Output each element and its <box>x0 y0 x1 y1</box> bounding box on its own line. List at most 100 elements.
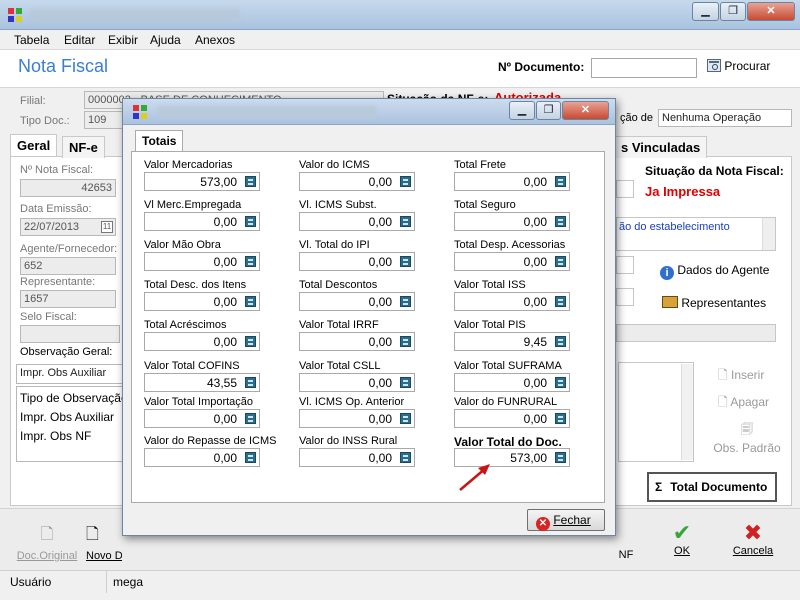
dialog-maximize-button[interactable]: ❐ <box>536 101 561 120</box>
agente-field[interactable]: 652 <box>20 257 116 275</box>
dialog-close-button[interactable]: ✕ <box>562 101 609 120</box>
calculator-icon[interactable] <box>555 216 566 227</box>
list-item[interactable]: Impr. Obs Auxiliar <box>20 408 120 427</box>
menu-tabela[interactable]: Tabela <box>14 33 49 47</box>
cancela-button[interactable]: ✖ Cancela <box>728 521 778 558</box>
total-field-input[interactable]: 0,00 <box>454 252 570 271</box>
calculator-icon[interactable] <box>245 256 256 267</box>
total-field-input[interactable]: 0,00 <box>299 373 415 392</box>
close-circle-icon: ✕ <box>536 517 550 531</box>
emissao-field[interactable]: 22/07/2013 11 <box>20 218 116 236</box>
calendar-icon[interactable]: 11 <box>101 221 113 233</box>
maximize-button[interactable]: ❐ <box>720 2 746 21</box>
total-field-value: 0,00 <box>213 295 237 309</box>
calculator-icon[interactable] <box>245 413 256 424</box>
minimize-button[interactable]: ▁ <box>692 2 719 21</box>
doc-number-input[interactable] <box>591 58 697 78</box>
total-field-input[interactable]: 0,00 <box>454 409 570 428</box>
representante-field[interactable]: 1657 <box>20 290 116 308</box>
dialog-minimize-button[interactable]: ▁ <box>509 101 535 120</box>
total-field-input[interactable]: 0,00 <box>454 373 570 392</box>
total-field-input[interactable]: 0,00 <box>144 292 260 311</box>
calculator-icon[interactable] <box>400 377 411 388</box>
ok-button[interactable]: ✔ OK <box>664 521 700 558</box>
calculator-icon[interactable] <box>555 377 566 388</box>
total-field-input[interactable]: 0,00 <box>299 172 415 191</box>
total-field-input[interactable]: 0,00 <box>299 252 415 271</box>
tab-totais[interactable]: Totais <box>135 130 184 152</box>
calculator-icon[interactable] <box>400 413 411 424</box>
tab-geral[interactable]: Geral <box>10 134 58 156</box>
total-field-input[interactable]: 0,00 <box>144 448 260 467</box>
total-field-input[interactable]: 0,00 <box>454 292 570 311</box>
total-field-input[interactable]: 9,45 <box>454 332 570 351</box>
calculator-icon[interactable] <box>555 452 566 463</box>
total-field-input[interactable]: 0,00 <box>144 252 260 271</box>
total-field-input[interactable]: 43,55 <box>144 373 260 392</box>
calculator-icon[interactable] <box>555 176 566 187</box>
total-field-input[interactable]: 0,00 <box>299 292 415 311</box>
menu-ajuda[interactable]: Ajuda <box>150 33 181 47</box>
operacao-field[interactable]: Nenhuma Operação <box>658 109 792 127</box>
calculator-icon[interactable] <box>400 296 411 307</box>
menu-exibir[interactable]: Exibir <box>108 33 138 47</box>
total-field-input[interactable]: 0,00 <box>299 212 415 231</box>
emissao-label: Data Emissão: <box>20 203 92 215</box>
calculator-icon[interactable] <box>245 452 256 463</box>
calculator-icon[interactable] <box>400 216 411 227</box>
total-field-value: 0,00 <box>213 215 237 229</box>
calculator-icon[interactable] <box>245 216 256 227</box>
apagar-button[interactable]: 🗋 Apagar <box>718 393 769 414</box>
close-button[interactable]: ✕ <box>747 2 795 21</box>
calculator-icon[interactable] <box>555 336 566 347</box>
novo-button[interactable]: 🗋 Novo D <box>86 523 122 562</box>
nf-number-field[interactable]: 42653 <box>20 179 116 197</box>
search-button[interactable]: Procurar <box>707 59 770 73</box>
total-field-input[interactable]: 0,00 <box>454 172 570 191</box>
calculator-icon[interactable] <box>400 176 411 187</box>
menu-editar[interactable]: Editar <box>64 33 95 47</box>
doc-original-button[interactable]: 🗋 Doc.Original <box>16 523 78 562</box>
total-field-input[interactable]: 0,00 <box>144 332 260 351</box>
nf-button[interactable]: NF <box>616 549 636 561</box>
total-field-input[interactable]: 573,00 <box>144 172 260 191</box>
total-documento-button[interactable]: Σ Total Documento <box>647 472 777 502</box>
calculator-icon[interactable] <box>400 336 411 347</box>
estab-scrollbar[interactable] <box>762 218 775 250</box>
dados-agente-button[interactable]: i Dados do Agente <box>660 263 769 280</box>
menu-anexos[interactable]: Anexos <box>195 33 235 47</box>
calculator-icon[interactable] <box>555 413 566 424</box>
total-field-input[interactable]: 0,00 <box>144 212 260 231</box>
calculator-icon[interactable] <box>245 377 256 388</box>
calculator-icon[interactable] <box>555 256 566 267</box>
representantes-label: Representantes <box>681 296 767 310</box>
calculator-icon[interactable] <box>555 296 566 307</box>
total-field-input[interactable]: 0,00 <box>299 409 415 428</box>
calculator-icon[interactable] <box>400 256 411 267</box>
calculator-icon[interactable] <box>245 336 256 347</box>
inserir-button[interactable]: 🗋 Inserir <box>718 366 764 387</box>
total-field-input[interactable]: 0,00 <box>299 332 415 351</box>
total-field-input[interactable]: 0,00 <box>144 409 260 428</box>
total-field-input[interactable]: 0,00 <box>454 212 570 231</box>
selo-fiscal-field[interactable] <box>20 325 120 343</box>
obs-padrao-button[interactable]: 🗐 Obs. Padrão <box>712 420 782 455</box>
tab-vinculadas[interactable]: s Vinculadas <box>614 136 708 158</box>
representantes-button[interactable]: Representantes <box>662 296 766 310</box>
calculator-icon[interactable] <box>245 176 256 187</box>
total-field-input[interactable]: 0,00 <box>299 448 415 467</box>
list-item[interactable]: Impr. Obs NF <box>20 427 120 446</box>
obs-scrollbar[interactable] <box>681 364 693 460</box>
obs-select[interactable]: Impr. Obs Auxiliar <box>16 364 124 384</box>
obs-list[interactable]: Tipo de Observação Impr. Obs Auxiliar Im… <box>16 386 124 462</box>
tab-nfe[interactable]: NF-e <box>62 136 105 158</box>
total-field-value: 0,00 <box>523 175 547 189</box>
fechar-button[interactable]: ✕ Fechar <box>527 509 605 531</box>
calculator-icon[interactable] <box>400 452 411 463</box>
tipo-doc-field[interactable]: 109 <box>84 111 124 129</box>
nf-number-label: Nº Nota Fiscal: <box>20 164 94 176</box>
total-field-label: Vl Merc.Empregada <box>144 199 242 211</box>
list-item[interactable]: Tipo de Observação <box>20 389 123 408</box>
calculator-icon[interactable] <box>245 296 256 307</box>
total-field-label: Total Seguro <box>454 199 516 211</box>
